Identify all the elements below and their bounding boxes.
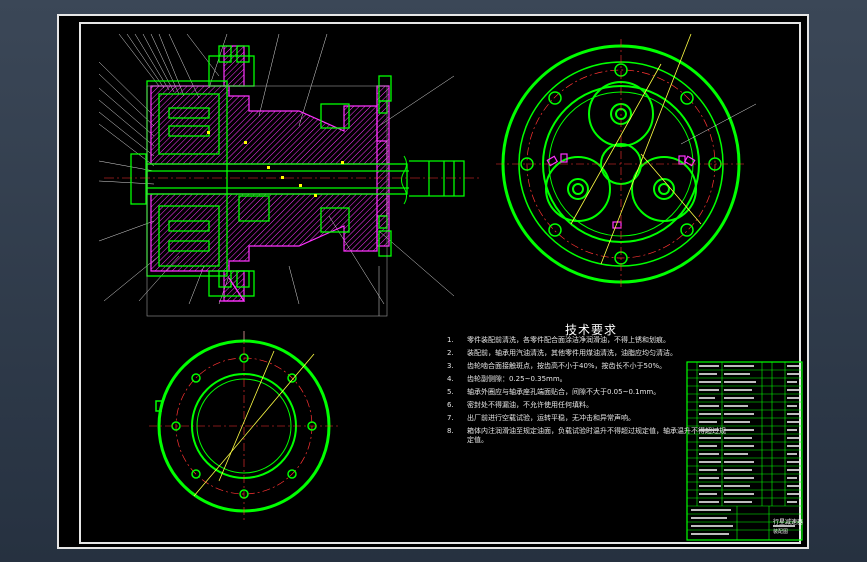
note-item: 3. 齿轮啮合面接触斑点，按齿高不小于40%，按齿长不小于50%。	[447, 362, 667, 370]
drawing-sheet: 技术要求 1. 零件装配前清洗，各零件配合面涂洁净润滑油，不得上锈和划痕。 2. 装…	[57, 14, 809, 549]
leader-lines	[98, 33, 455, 316]
note-item: 4. 齿轮副侧隙：0.25~0.35mm。	[447, 375, 567, 383]
note-item: 1. 零件装配前清洗，各零件配合面涂洁净润滑油，不得上锈和划痕。	[447, 336, 670, 344]
drawing-title: 行星减速器	[773, 519, 804, 526]
drawing-number: 装配图	[773, 529, 789, 535]
note-item: 5. 轴承外圈应与轴承座孔端面贴合，间隙不大于0.05~0.1mm。	[447, 388, 661, 396]
drawing-canvas	[98, 33, 803, 541]
sun-gear-input	[130, 153, 147, 205]
note-item: 7. 出厂前进行空载试验，运转平稳，无冲击和异常声响。	[447, 414, 635, 422]
flange-view	[149, 331, 339, 521]
section-view	[98, 33, 479, 317]
upper-planet-pin-section	[223, 45, 245, 87]
technical-requirements-notes: 1. 零件装配前清洗，各零件配合面涂洁净润滑油，不得上锈和划痕。 2. 装配前，轴承…	[447, 336, 727, 449]
note-item: 8. 箱体内注润滑油至规定油面，负载试验时温升不得超过规定值，轴承温升不得超过规定…	[447, 427, 726, 444]
housing-upper-section	[150, 85, 388, 165]
end-view	[496, 33, 757, 289]
cad-viewport[interactable]: 技术要求 1. 零件装配前清洗，各零件配合面涂洁净润滑油，不得上锈和划痕。 2. 装…	[0, 0, 867, 562]
note-item: 2. 装配前，轴承用汽油清洗，其他零件用煤油清洗，油脂应均匀清洁。	[447, 349, 677, 357]
output-shaft	[146, 163, 408, 195]
note-item: 6. 密封处不得漏油，不允许使用任何填料。	[447, 401, 593, 409]
